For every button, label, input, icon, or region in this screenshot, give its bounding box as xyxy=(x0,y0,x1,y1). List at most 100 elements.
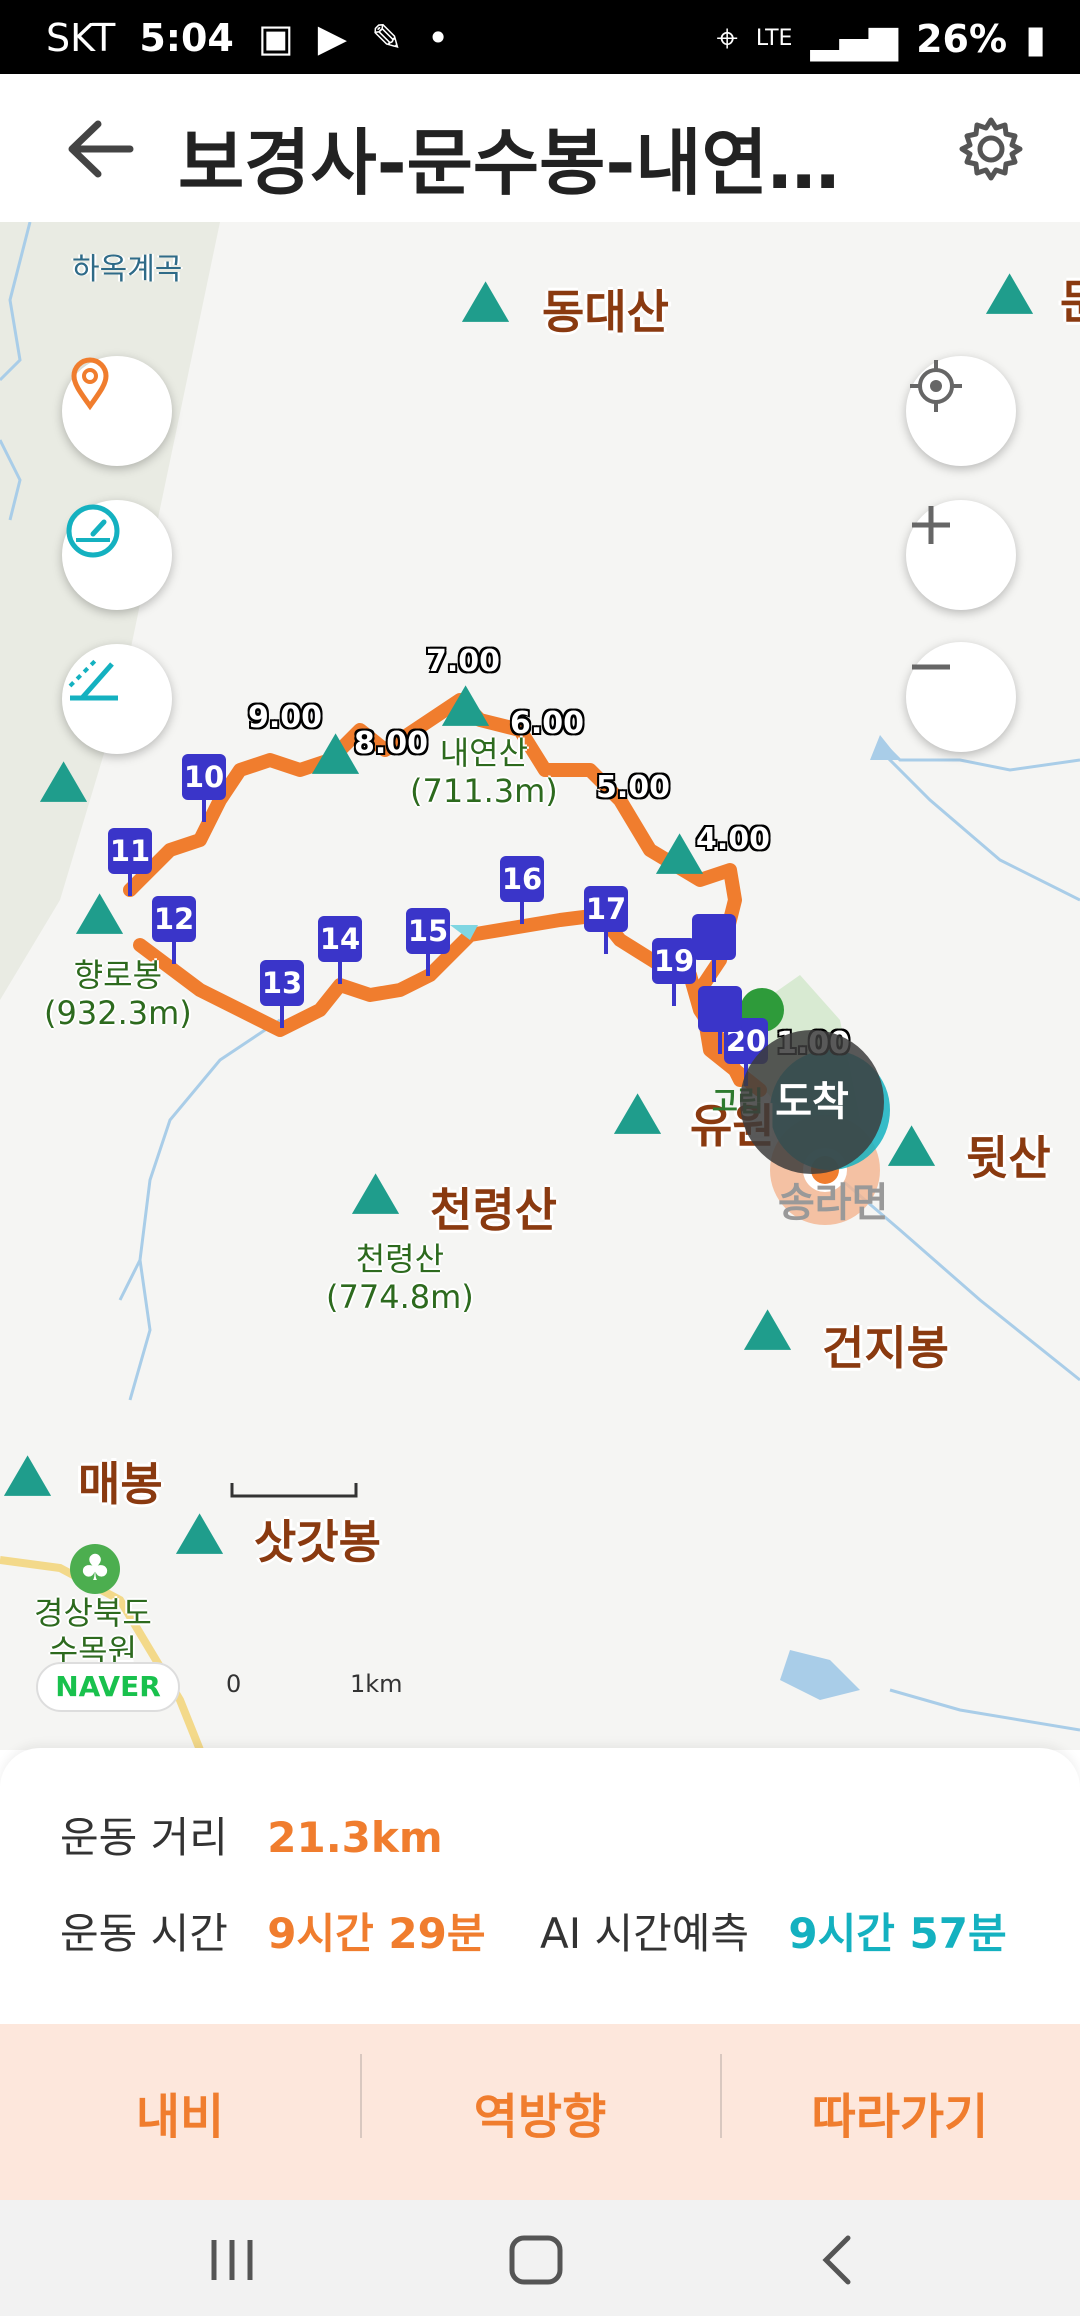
route-marker[interactable]: 14 xyxy=(318,916,362,984)
distance-value: 21.3km xyxy=(267,1813,443,1862)
time-value: 9시간 29분 xyxy=(267,1909,486,1958)
peak-elevation: (774.8m) xyxy=(326,1278,474,1316)
peak-elevation: (932.3m) xyxy=(44,994,192,1032)
ai-prediction-row: AI 시간예측 9시간 57분 xyxy=(540,1900,1007,1961)
arrival-badge: 도착 xyxy=(740,1030,884,1174)
stats-panel: 운동 거리 21.3km 운동 시간 9시간 29분 AI 시간예측 9시간 5… xyxy=(0,1748,1080,2024)
ai-prediction-label: AI 시간예측 xyxy=(540,1909,750,1958)
naver-logo: NAVER xyxy=(36,1662,180,1712)
ai-prediction-value: 9시간 57분 xyxy=(788,1909,1007,1958)
time-label: 5:04 xyxy=(139,16,234,60)
place-label: 송라면 xyxy=(778,1180,889,1226)
peak-label: 천령산 (774.8m) xyxy=(326,1240,474,1316)
reverse-direction-button[interactable]: 역방향 xyxy=(360,2024,720,2200)
back-arrow-icon[interactable] xyxy=(60,114,140,184)
mountain-icon: ⛰ xyxy=(76,882,124,947)
mountain-icon: ⛰ xyxy=(744,1298,792,1363)
page-title: 보경사-문수봉-내연… xyxy=(178,121,840,205)
place-label: 삿갓봉 xyxy=(254,1515,381,1569)
my-location-button[interactable] xyxy=(906,356,1016,466)
mountain-icon: ⛰ xyxy=(40,750,88,815)
mountain-icon: ⛰ xyxy=(4,1444,52,1509)
map-view[interactable]: ⛰ ⛰ ⛰ ⛰ ⛰ ⛰ ⛰ ⛰ ⛰ ⛰ ⛰ ⛰ ⛰ ♣ 하옥계곡 동대산 문 내… xyxy=(0,222,1080,1750)
scale-end: 1km xyxy=(350,1670,403,1698)
place-label: 문 xyxy=(1060,266,1080,332)
distance-label: 8.00 xyxy=(354,726,429,761)
location-icon: ⌖ xyxy=(716,16,738,60)
mountain-icon: ⛰ xyxy=(442,674,490,739)
more-notifications-icon: • xyxy=(426,16,450,60)
route-marker[interactable]: 13 xyxy=(260,960,304,1028)
peak-label: 내연산 (711.3m) xyxy=(410,734,558,810)
plus-icon xyxy=(912,506,950,544)
status-bar: SKT 5:04 ▣ ▶ ✎ • ⌖ LTE ▂▄▆ 26% ▮ xyxy=(0,0,1080,74)
zoom-in-button[interactable] xyxy=(906,500,1016,610)
system-nav-bar xyxy=(0,2200,1080,2316)
network-label: LTE xyxy=(755,26,793,51)
speed-gauge-button[interactable] xyxy=(62,500,172,610)
route-marker[interactable] xyxy=(692,914,736,982)
place-label: 매봉 xyxy=(78,1457,163,1511)
peak-name: 천령산 xyxy=(355,1240,445,1278)
gear-icon[interactable] xyxy=(956,114,1026,184)
distance-label: 4.00 xyxy=(696,822,771,857)
distance-label: 7.00 xyxy=(426,644,501,679)
peak-label: 향로봉 (932.3m) xyxy=(44,956,192,1032)
app-notification-icon: ✎ xyxy=(370,16,403,60)
peak-name: 향로봉 xyxy=(73,956,163,994)
distance-label: 운동 거리 xyxy=(60,1813,228,1862)
action-bar: 내비 역방향 따라가기 xyxy=(0,2024,1080,2200)
place-label: 하옥계곡 xyxy=(72,252,183,287)
battery-icon: ▮ xyxy=(1025,16,1046,61)
arboretum-icon: ♣ xyxy=(70,1544,120,1594)
time-label: 운동 시간 xyxy=(60,1909,228,1958)
route-marker[interactable]: 16 xyxy=(500,856,544,924)
peak-elevation: (711.3m) xyxy=(410,772,558,810)
signal-icon: ▂▄▆ xyxy=(810,16,899,61)
arboretum-label: 경상북도 수목원 xyxy=(34,1594,152,1670)
place-label: 건지봉 xyxy=(822,1321,949,1375)
place-label: 천령산 xyxy=(430,1183,557,1237)
navigate-button[interactable]: 내비 xyxy=(0,2024,360,2200)
speedometer-icon xyxy=(66,504,120,558)
back-icon[interactable] xyxy=(818,2232,858,2288)
mountain-icon: ⛰ xyxy=(352,1162,400,1227)
mountain-icon: ⛰ xyxy=(462,270,510,335)
scale-bar: 0 1km xyxy=(226,1670,403,1698)
route-marker[interactable] xyxy=(698,986,742,1054)
location-pin-icon xyxy=(71,357,109,411)
location-pin-button[interactable] xyxy=(62,356,172,466)
distance-label: 6.00 xyxy=(510,706,585,741)
route-marker[interactable]: 17 xyxy=(584,886,628,954)
mountain-icon: ⛰ xyxy=(176,1502,224,1567)
youtube-notification-icon: ▶ xyxy=(317,16,347,60)
route-marker[interactable]: 19 xyxy=(652,938,696,1006)
place-label: 뒷산 xyxy=(966,1131,1051,1185)
follow-route-button[interactable]: 따라가기 xyxy=(720,2024,1080,2200)
route-marker[interactable]: 15 xyxy=(406,908,450,976)
route-marker[interactable]: 10 xyxy=(182,754,226,822)
distance-label: 9.00 xyxy=(248,700,323,735)
minus-icon xyxy=(912,664,950,670)
place-label: 동대산 xyxy=(542,285,669,339)
distance-row: 운동 거리 21.3km xyxy=(60,1804,443,1865)
recent-apps-icon[interactable] xyxy=(204,2234,260,2286)
gallery-notification-icon: ▣ xyxy=(257,16,294,60)
battery-label: 26% xyxy=(916,16,1008,61)
slope-icon xyxy=(68,656,118,701)
route-marker[interactable]: 11 xyxy=(108,828,152,896)
route-marker[interactable]: 12 xyxy=(152,896,196,964)
home-icon[interactable] xyxy=(506,2232,566,2288)
carrier-label: SKT xyxy=(46,16,116,60)
zoom-out-button[interactable] xyxy=(906,642,1016,752)
mountain-icon: ⛰ xyxy=(888,1114,936,1179)
app-header: 보경사-문수봉-내연… xyxy=(0,74,1080,222)
scale-start: 0 xyxy=(226,1670,242,1698)
mountain-icon: ⛰ xyxy=(986,262,1034,327)
distance-label: 5.00 xyxy=(596,770,671,805)
mountain-icon: ⛰ xyxy=(614,1082,662,1147)
arboretum-label-line: 경상북도 xyxy=(34,1594,152,1632)
crosshair-icon xyxy=(910,360,962,412)
time-row: 운동 시간 9시간 29분 xyxy=(60,1900,486,1961)
slope-button[interactable] xyxy=(62,644,172,754)
